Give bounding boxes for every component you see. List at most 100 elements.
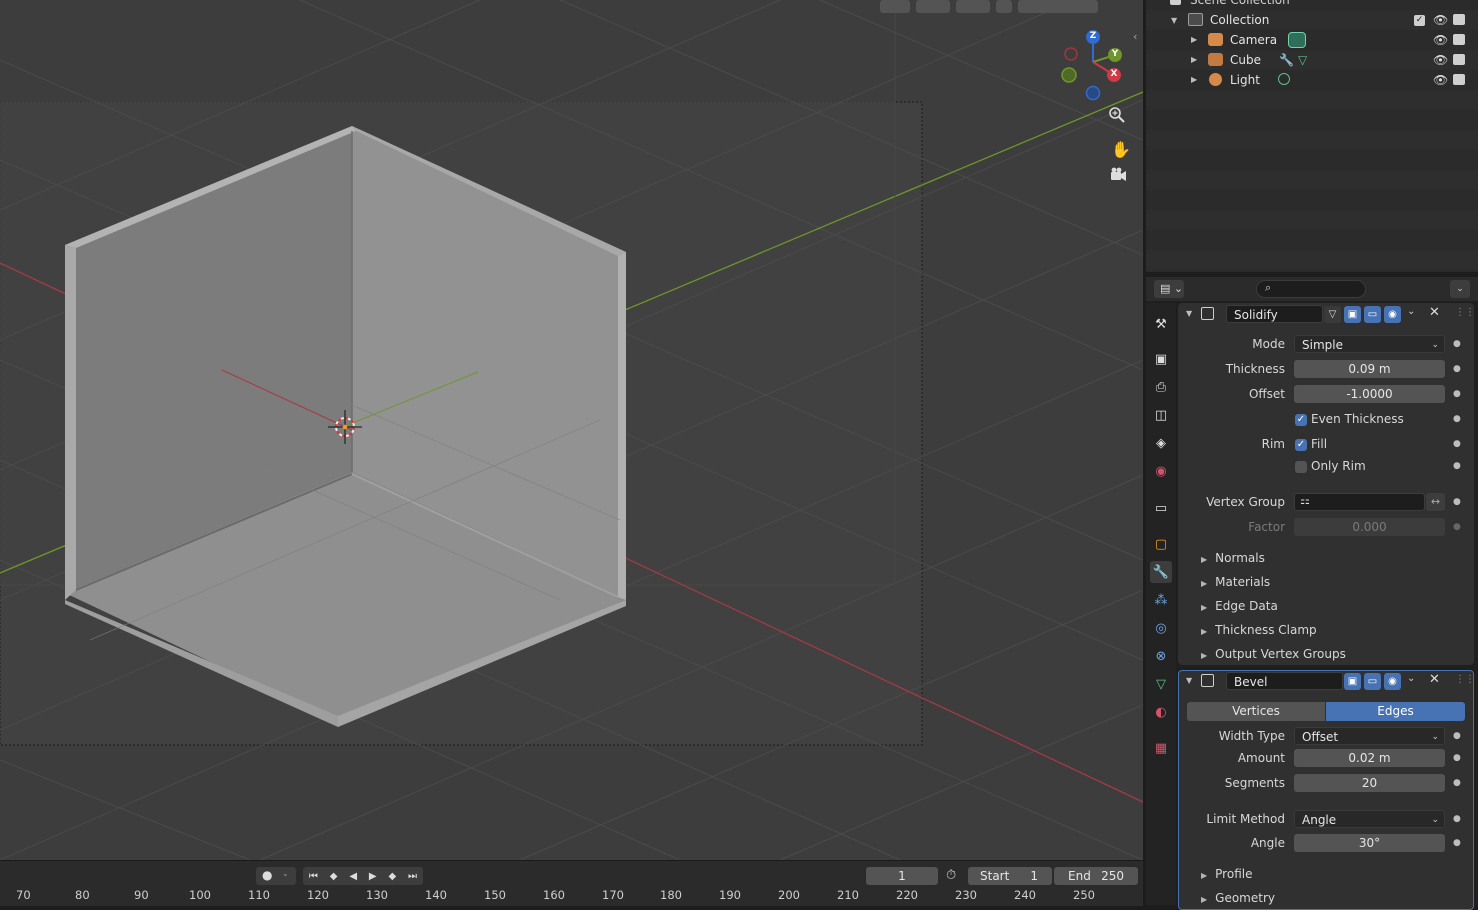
modifier-options-chevron-icon[interactable]: ⌄ [1407, 673, 1415, 684]
collapse-arrow-icon[interactable]: ‹ [1133, 30, 1137, 43]
subpanel-output-vertex-groups[interactable]: ▶ Output Vertex Groups [1201, 647, 1346, 661]
remove-modifier-icon[interactable]: ✕ [1429, 305, 1440, 320]
scene-collection-row[interactable]: Scene Collection [1146, 0, 1478, 10]
3d-viewport[interactable]: Z Y X ‹ ✋ [0, 0, 1143, 860]
start-frame-field[interactable]: Start 1 [968, 867, 1052, 885]
render-icon[interactable]: ◉ [1384, 673, 1401, 690]
keyframe-dot-icon[interactable]: ● [1453, 414, 1461, 424]
realtime-display-icon[interactable]: ▭ [1364, 306, 1381, 323]
width-type-dropdown[interactable]: Offset ⌄ [1294, 727, 1445, 745]
pan-hand-icon[interactable]: ✋ [1109, 137, 1133, 161]
scene-tab-icon[interactable]: ◈ [1150, 432, 1172, 454]
modifier-options-chevron-icon[interactable]: ⌄ [1407, 306, 1415, 317]
offset-field[interactable]: -1.0000 [1294, 385, 1445, 403]
modifier-tab-icon[interactable]: 🔧 [1150, 561, 1172, 583]
vertices-toggle[interactable]: Vertices [1187, 702, 1325, 721]
next-keyframe-icon[interactable]: ◆ [388, 871, 396, 882]
tool-tab-icon[interactable]: ⚒ [1150, 313, 1172, 335]
factor-field[interactable]: 0.000 [1294, 518, 1445, 536]
limit-method-dropdown[interactable]: Angle ⌄ [1294, 810, 1445, 828]
thickness-field[interactable]: 0.09 m [1294, 360, 1445, 378]
play-reverse-icon[interactable]: ◀ [349, 871, 357, 882]
only-rim-checkbox[interactable] [1295, 461, 1307, 473]
keyframe-dot-icon[interactable]: ● [1453, 753, 1461, 763]
keyframe-dot-icon[interactable]: ● [1453, 339, 1461, 349]
edit-mode-icon[interactable]: ▣ [1344, 673, 1361, 690]
texture-tab-icon[interactable]: ▦ [1150, 737, 1172, 759]
object-tab-icon[interactable]: ▢ [1150, 533, 1172, 555]
collapse-arrow-icon[interactable]: ▼ [1186, 676, 1192, 685]
drag-handle-icon[interactable]: ⋮⋮ [1455, 307, 1475, 318]
collapse-arrow-icon[interactable]: ▼ [1186, 309, 1192, 318]
angle-field[interactable]: 30° [1294, 834, 1445, 852]
play-icon[interactable]: ▶ [369, 871, 377, 882]
keyframe-dot-icon[interactable]: ● [1453, 364, 1461, 374]
render-icon[interactable]: ◉ [1384, 306, 1401, 323]
options-chevron-icon[interactable]: ⌄ [1450, 280, 1470, 298]
xray-toggle[interactable] [996, 0, 1012, 13]
on-cage-icon[interactable]: ▽ [1324, 306, 1341, 323]
jump-end-icon[interactable]: ⏭ [408, 871, 417, 882]
keyframe-dot-icon[interactable]: ● [1453, 814, 1461, 824]
collection-tab-icon[interactable]: ▭ [1150, 497, 1172, 519]
keyframe-dot-icon[interactable]: ● [1453, 461, 1461, 471]
snap-dropdown[interactable] [916, 0, 950, 13]
expand-arrow-icon[interactable]: ▼ [1171, 11, 1177, 31]
render-camera-icon[interactable] [1453, 54, 1465, 65]
keyframe-dot-icon[interactable]: ● [1453, 389, 1461, 399]
outliner-item-light[interactable]: ▶ Light 👁 [1146, 70, 1478, 90]
render-camera-icon[interactable] [1453, 74, 1465, 85]
mesh-data-icon[interactable]: ▽ [1298, 50, 1307, 70]
expand-arrow-icon[interactable]: ▶ [1191, 30, 1197, 50]
material-tab-icon[interactable]: ◐ [1150, 701, 1172, 723]
subpanel-edge-data[interactable]: ▶ Edge Data [1201, 599, 1278, 613]
outliner-item-cube[interactable]: ▶ Cube 🔧 ▽ 👁 [1146, 50, 1478, 70]
vertex-group-field[interactable]: ⚏ [1294, 493, 1425, 511]
keyframe-dot-icon[interactable]: ● [1453, 522, 1461, 532]
editor-type-dropdown[interactable]: ▤ ⌄ [1154, 280, 1184, 298]
current-frame-field[interactable]: 1 [866, 867, 938, 885]
render-camera-icon[interactable] [1453, 14, 1465, 25]
visibility-eye-icon[interactable]: 👁 [1433, 70, 1448, 90]
subpanel-profile[interactable]: ▶ Profile [1201, 867, 1252, 881]
camera-view-icon[interactable] [1109, 167, 1133, 191]
drag-handle-icon[interactable]: ⋮⋮ [1455, 674, 1475, 685]
data-tab-icon[interactable]: ▽ [1150, 673, 1172, 695]
segments-field[interactable]: 20 [1294, 774, 1445, 792]
constraints-tab-icon[interactable]: ⊗ [1150, 645, 1172, 667]
keyframe-dot-icon[interactable]: ● [1453, 838, 1461, 848]
viewport-canvas[interactable] [0, 0, 1143, 860]
physics-tab-icon[interactable]: ◎ [1150, 617, 1172, 639]
visibility-eye-icon[interactable]: 👁 [1433, 10, 1448, 30]
light-data-icon[interactable] [1278, 73, 1290, 85]
keyframe-dot-icon[interactable]: ● [1453, 497, 1461, 507]
visibility-eye-icon[interactable]: 👁 [1433, 30, 1448, 50]
modifier-name-field[interactable]: Bevel [1226, 672, 1343, 690]
keyframe-dot-icon[interactable]: ● [1453, 778, 1461, 788]
invert-vertex-group-icon[interactable]: ↔ [1426, 493, 1445, 511]
subpanel-thickness-clamp[interactable]: ▶ Thickness Clamp [1201, 623, 1317, 637]
expand-arrow-icon[interactable]: ▶ [1191, 50, 1197, 70]
camera-data-icon[interactable] [1288, 32, 1306, 48]
output-tab-icon[interactable]: ⎙ [1150, 376, 1172, 398]
view-layer-tab-icon[interactable]: ◫ [1150, 404, 1172, 426]
properties-search-input[interactable]: ⌕ [1256, 280, 1366, 298]
edit-mode-icon[interactable]: ▣ [1344, 306, 1361, 323]
expand-arrow-icon[interactable]: ▶ [1191, 70, 1197, 90]
overlay-dropdown[interactable] [956, 0, 990, 13]
fill-checkbox[interactable]: ✓ [1295, 439, 1307, 451]
end-frame-field[interactable]: End 250 [1054, 867, 1138, 885]
exclude-checkbox[interactable]: ✓ [1414, 15, 1425, 26]
zoom-icon[interactable] [1109, 107, 1133, 131]
stopwatch-icon[interactable]: ⏱ [946, 868, 956, 883]
outliner-item-camera[interactable]: ▶ Camera 👁 [1146, 30, 1478, 50]
amount-field[interactable]: 0.02 m [1294, 749, 1445, 767]
realtime-display-icon[interactable]: ▭ [1364, 673, 1381, 690]
render-camera-icon[interactable] [1453, 34, 1465, 45]
collection-row[interactable]: ▼ Collection ✓ 👁 [1146, 10, 1478, 30]
keyframe-dot-icon[interactable]: ● [1453, 731, 1461, 741]
even-thickness-checkbox[interactable]: ✓ [1295, 414, 1307, 426]
pivot-dropdown[interactable] [880, 0, 910, 13]
remove-modifier-icon[interactable]: ✕ [1429, 672, 1440, 687]
modifier-name-field[interactable]: Solidify [1226, 305, 1323, 323]
